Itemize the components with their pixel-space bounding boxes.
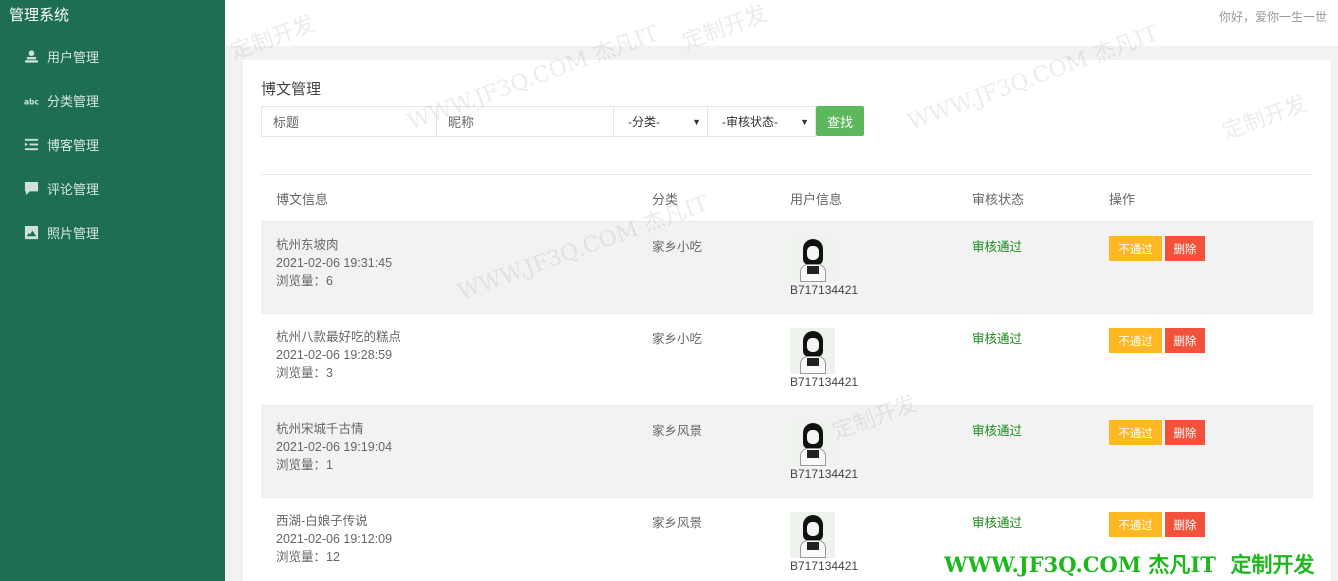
sidebar-item-categories[interactable]: abc 分类管理 [0,78,225,122]
user-info: B717134421 [790,236,858,297]
abc-icon: abc [23,92,39,108]
reject-button[interactable]: 不通过 [1109,328,1162,353]
blog-views: 浏览量：12 [276,550,340,564]
comment-icon [23,180,39,196]
blog-views: 浏览量：1 [276,458,333,472]
search-button[interactable]: 查找 [816,106,864,136]
user-info: B717134421 [790,512,858,573]
column-header: 分类 [652,191,679,207]
list-indent-icon [23,136,39,152]
sidebar-item-label: 照片管理 [47,225,100,241]
sidebar-item-users[interactable]: 用户管理 [0,34,225,78]
blog-info: 杭州八款最好吃的糕点 2021-02-06 19:28:59 浏览量：3 [276,328,401,382]
user-id: B717134421 [790,283,859,297]
user-id: B717134421 [790,559,859,573]
reject-button[interactable]: 不通过 [1109,512,1162,537]
column-header: 审核状态 [972,191,1025,207]
table-row: 杭州八款最好吃的糕点 2021-02-06 19:28:59 浏览量：3 家乡小… [261,313,1313,405]
sidebar-item-label: 评论管理 [47,181,100,197]
status-badge: 审核通过 [972,424,1023,438]
avatar [790,420,835,466]
blog-title: 杭州八款最好吃的糕点 [276,330,402,344]
row-actions: 不通过 删除 [1109,236,1205,261]
user-id: B717134421 [790,375,859,389]
blog-time: 2021-02-06 19:12:09 [276,532,393,546]
user-info: B717134421 [790,420,858,481]
blog-table: 博文信息 分类 用户信息 审核状态 操作 杭州东坡肉 2021-02-06 19… [261,174,1313,581]
reject-button[interactable]: 不通过 [1109,420,1162,445]
chevron-down-icon: ▼ [692,116,701,127]
status-badge: 审核通过 [972,516,1023,530]
column-header: 博文信息 [276,191,329,207]
sidebar-item-blogs[interactable]: 博客管理 [0,122,225,166]
blog-time: 2021-02-06 19:19:04 [276,440,393,454]
audit-status-select[interactable]: -审核状态- ▼ [708,106,816,137]
row-actions: 不通过 删除 [1109,512,1205,537]
table-row: 杭州东坡肉 2021-02-06 19:31:45 浏览量：6 家乡小吃 B71… [261,221,1313,313]
blog-title: 杭州宋城千古情 [276,422,364,436]
blog-category: 家乡小吃 [652,332,703,346]
blog-views: 浏览量：6 [276,274,333,288]
blog-info: 杭州东坡肉 2021-02-06 19:31:45 浏览量：6 [276,236,392,290]
sidebar-item-label: 博客管理 [47,137,100,153]
blog-title: 西湖-白娘子传说 [276,514,368,528]
audit-select-value: -审核状态- [722,115,778,129]
delete-button[interactable]: 删除 [1165,328,1205,353]
user-id: B717134421 [790,467,859,481]
blog-info: 杭州宋城千古情 2021-02-06 19:19:04 浏览量：1 [276,420,392,474]
column-header: 用户信息 [790,191,843,207]
row-actions: 不通过 删除 [1109,328,1205,353]
page-title: 博文管理 [261,81,322,98]
filter-bar: 标题 昵称 -分类- ▼ -审核状态- ▼ 查找 [261,106,864,137]
delete-button[interactable]: 删除 [1165,512,1205,537]
nickname-input[interactable]: 昵称 [437,106,614,137]
delete-button[interactable]: 删除 [1165,236,1205,261]
table-header: 博文信息 分类 用户信息 审核状态 操作 [261,174,1313,221]
sidebar-item-comments[interactable]: 评论管理 [0,166,225,210]
blog-info: 西湖-白娘子传说 2021-02-06 19:12:09 浏览量：12 [276,512,392,566]
topbar: 你好，爱你一生一世 [225,0,1338,46]
reject-button[interactable]: 不通过 [1109,236,1162,261]
user-icon [23,48,39,64]
user-info: B717134421 [790,328,858,389]
sidebar-item-label: 用户管理 [47,49,100,65]
blog-category: 家乡小吃 [652,240,703,254]
sidebar-item-label: 分类管理 [47,93,100,109]
brand-title: 管理系统 [9,7,70,24]
svg-text:abc: abc [24,97,39,106]
category-select[interactable]: -分类- ▼ [614,106,708,137]
main-panel: 博文管理 标题 昵称 -分类- ▼ -审核状态- ▼ 查找 博文信息 分类 用户… [243,60,1331,581]
image-icon [23,224,39,240]
column-header: 操作 [1109,191,1136,207]
status-badge: 审核通过 [972,332,1023,346]
sidebar: 管理系统 用户管理 abc 分类管理 博客管理 评论管理 照片管理 [0,0,225,581]
chevron-down-icon: ▼ [800,116,809,127]
blog-category: 家乡风景 [652,516,703,530]
blog-category: 家乡风景 [652,424,703,438]
table-row: 杭州宋城千古情 2021-02-06 19:19:04 浏览量：1 家乡风景 B… [261,405,1313,497]
title-input[interactable]: 标题 [261,106,437,137]
avatar [790,512,835,558]
watermark-banner: WWW.JF3Q.COM 杰凡IT 定制开发 [944,552,1315,577]
row-actions: 不通过 删除 [1109,420,1205,445]
blog-time: 2021-02-06 19:31:45 [276,256,393,270]
sidebar-item-photos[interactable]: 照片管理 [0,210,225,254]
blog-time: 2021-02-06 19:28:59 [276,348,393,362]
avatar [790,328,835,374]
avatar [790,236,835,282]
status-badge: 审核通过 [972,240,1023,254]
blog-title: 杭州东坡肉 [276,238,339,252]
user-greeting[interactable]: 你好，爱你一生一世 [1219,8,1327,25]
blog-views: 浏览量：3 [276,366,333,380]
category-select-value: -分类- [628,115,660,129]
delete-button[interactable]: 删除 [1165,420,1205,445]
